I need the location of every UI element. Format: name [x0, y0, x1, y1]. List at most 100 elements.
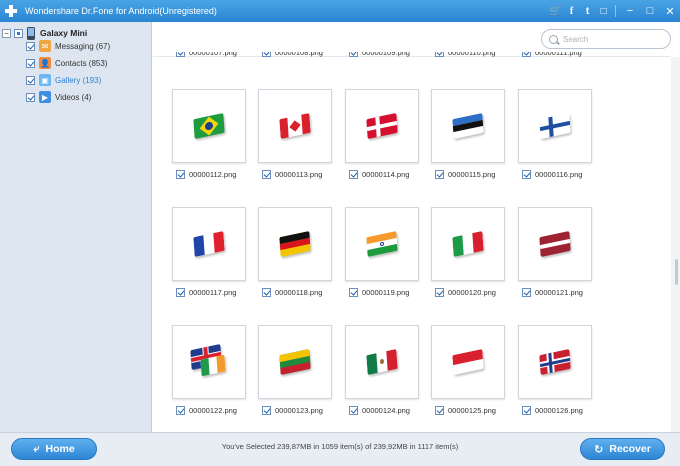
thumbnail-checkbox[interactable] — [349, 169, 358, 179]
twitter-icon[interactable]: t — [580, 4, 595, 19]
thumbnail-filename: 00000119.png — [362, 287, 410, 297]
sidebar-item-contacts[interactable]: 👤 Contacts (853) — [26, 56, 107, 70]
thumbnail-caption: 00000116.png — [522, 168, 582, 180]
selection-status: You've Selected 239,87MB in 1059 item(s)… — [221, 442, 459, 451]
france-flag-icon — [193, 230, 225, 258]
thumbnail-france-flag[interactable] — [172, 207, 246, 281]
thumbnail-checkbox[interactable] — [522, 287, 531, 297]
thumbnail-india-flag[interactable] — [345, 207, 419, 281]
sidebar-item-label: Contacts (853) — [55, 58, 108, 68]
thumbnail-norway-flag[interactable] — [518, 325, 592, 399]
estonia-flag-icon — [452, 112, 484, 140]
search-input[interactable] — [563, 34, 663, 44]
sidebar-item-label: Messaging (67) — [55, 41, 111, 51]
norway-flag-icon — [539, 348, 571, 376]
minimize-button[interactable]: − — [620, 2, 640, 20]
ireland-uk-flag-icon — [190, 343, 227, 377]
thumbnail-filename: 00000112.png — [189, 169, 237, 179]
thumbnail-caption: 00000119.png — [349, 286, 409, 298]
thumbnail-ireland-uk-flag[interactable] — [172, 325, 246, 399]
maximize-button[interactable]: □ — [640, 2, 660, 20]
thumbnail-filename: 00000126.png — [535, 405, 583, 415]
title-bar: Wondershare Dr.Fone for Android(Unregist… — [0, 0, 680, 22]
recover-button[interactable]: ↻ Recover — [580, 438, 665, 460]
sidebar-item-checkbox[interactable] — [26, 58, 35, 68]
sidebar-item-checkbox[interactable] — [26, 92, 35, 102]
thumbnail-lithuania-flag[interactable] — [258, 325, 332, 399]
thumbnail-monaco-flag[interactable] — [431, 325, 505, 399]
thumbnail-filename: 00000120.png — [448, 287, 496, 297]
messaging-icon: ✉ — [39, 40, 51, 52]
thumbnail-canada-flag[interactable] — [258, 89, 332, 163]
denmark-flag-icon — [366, 112, 398, 140]
thumbnail-checkbox[interactable] — [349, 52, 358, 57]
device-checkbox[interactable] — [14, 28, 23, 38]
device-node[interactable]: − Galaxy Mini — [2, 26, 87, 40]
title-bar-controls: 🛒 f t □ − □ ✕ — [547, 0, 680, 22]
thumbnail-germany-flag[interactable] — [258, 207, 332, 281]
thumbnail-caption: 00000112.png — [176, 168, 236, 180]
monaco-flag-icon — [452, 348, 484, 376]
thumbnail-caption: 00000125.png — [435, 404, 496, 416]
thumbnail-checkbox[interactable] — [262, 169, 271, 179]
sidebar-item-videos[interactable]: ▶ Videos (4) — [26, 90, 91, 104]
thumbnail-checkbox[interactable] — [435, 169, 444, 179]
thumbnail-denmark-flag[interactable] — [345, 89, 419, 163]
thumbnail-latvia-flag[interactable] — [518, 207, 592, 281]
thumbnail-estonia-flag[interactable] — [431, 89, 505, 163]
thumbnail-finland-flag[interactable] — [518, 89, 592, 163]
thumbnail-caption: 00000120.png — [435, 286, 496, 298]
thumbnail-checkbox[interactable] — [176, 169, 185, 179]
thumbnail-filename: 00000110.png — [448, 52, 496, 57]
thumbnail-italy-flag[interactable] — [431, 207, 505, 281]
thumbnail-checkbox[interactable] — [349, 405, 358, 415]
phone-icon — [27, 26, 35, 40]
window-title: Wondershare Dr.Fone for Android(Unregist… — [25, 6, 217, 16]
cart-icon[interactable]: 🛒 — [548, 4, 563, 19]
feedback-icon[interactable]: □ — [596, 4, 611, 19]
thumbnail-checkbox[interactable] — [435, 52, 444, 57]
thumbnail-checkbox[interactable] — [522, 52, 531, 57]
thumbnail-checkbox[interactable] — [262, 52, 271, 57]
collapse-toggle[interactable]: − — [2, 28, 11, 38]
thumbnail-checkbox[interactable] — [522, 405, 531, 415]
thumbnail-filename: 00000113.png — [275, 169, 323, 179]
thumbnail-filename: 00000118.png — [275, 287, 323, 297]
contacts-icon: 👤 — [39, 57, 51, 69]
thumbnail-caption: 00000123.png — [262, 404, 323, 416]
thumbnail-checkbox[interactable] — [176, 287, 185, 297]
thumbnail-filename: 00000125.png — [448, 405, 496, 415]
search-icon — [549, 34, 558, 44]
italy-flag-icon — [452, 230, 484, 258]
device-name: Galaxy Mini — [40, 28, 88, 38]
thumbnail-checkbox[interactable] — [176, 405, 185, 415]
thumbnail-checkbox[interactable] — [349, 287, 358, 297]
sidebar-item-checkbox[interactable] — [26, 75, 35, 85]
facebook-icon[interactable]: f — [564, 4, 579, 19]
thumbnail-checkbox[interactable] — [522, 169, 531, 179]
sidebar-item-checkbox[interactable] — [26, 41, 35, 51]
germany-flag-icon — [279, 230, 311, 258]
thumbnail-checkbox[interactable] — [262, 405, 271, 415]
thumbnail-checkbox[interactable] — [435, 405, 444, 415]
thumbnail-mexico-flag[interactable] — [345, 325, 419, 399]
thumbnail-checkbox[interactable] — [176, 52, 185, 57]
search-box[interactable] — [541, 29, 671, 49]
thumbnail-caption: 00000122.png — [176, 404, 237, 416]
finland-flag-icon — [539, 112, 571, 140]
sidebar-item-label: Videos (4) — [55, 92, 92, 102]
scrollbar-track[interactable] — [671, 57, 680, 432]
thumbnail-checkbox[interactable] — [435, 287, 444, 297]
canada-flag-icon — [279, 112, 311, 140]
close-button[interactable]: ✕ — [660, 2, 680, 20]
scrollbar-thumb[interactable] — [675, 259, 678, 285]
thumbnail-filename: 00000122.png — [189, 405, 237, 415]
recover-icon: ↻ — [594, 443, 604, 456]
thumbnail-checkbox[interactable] — [262, 287, 271, 297]
thumbnail-caption: 00000117.png — [176, 286, 236, 298]
thumbnail-caption: 00000114.png — [349, 168, 409, 180]
sidebar-item-gallery[interactable]: ▣ Gallery (193) — [26, 73, 101, 87]
thumbnail-brazil-flag[interactable] — [172, 89, 246, 163]
thumbnail-caption: 00000121.png — [522, 286, 583, 298]
sidebar-item-messaging[interactable]: ✉ Messaging (67) — [26, 39, 110, 53]
